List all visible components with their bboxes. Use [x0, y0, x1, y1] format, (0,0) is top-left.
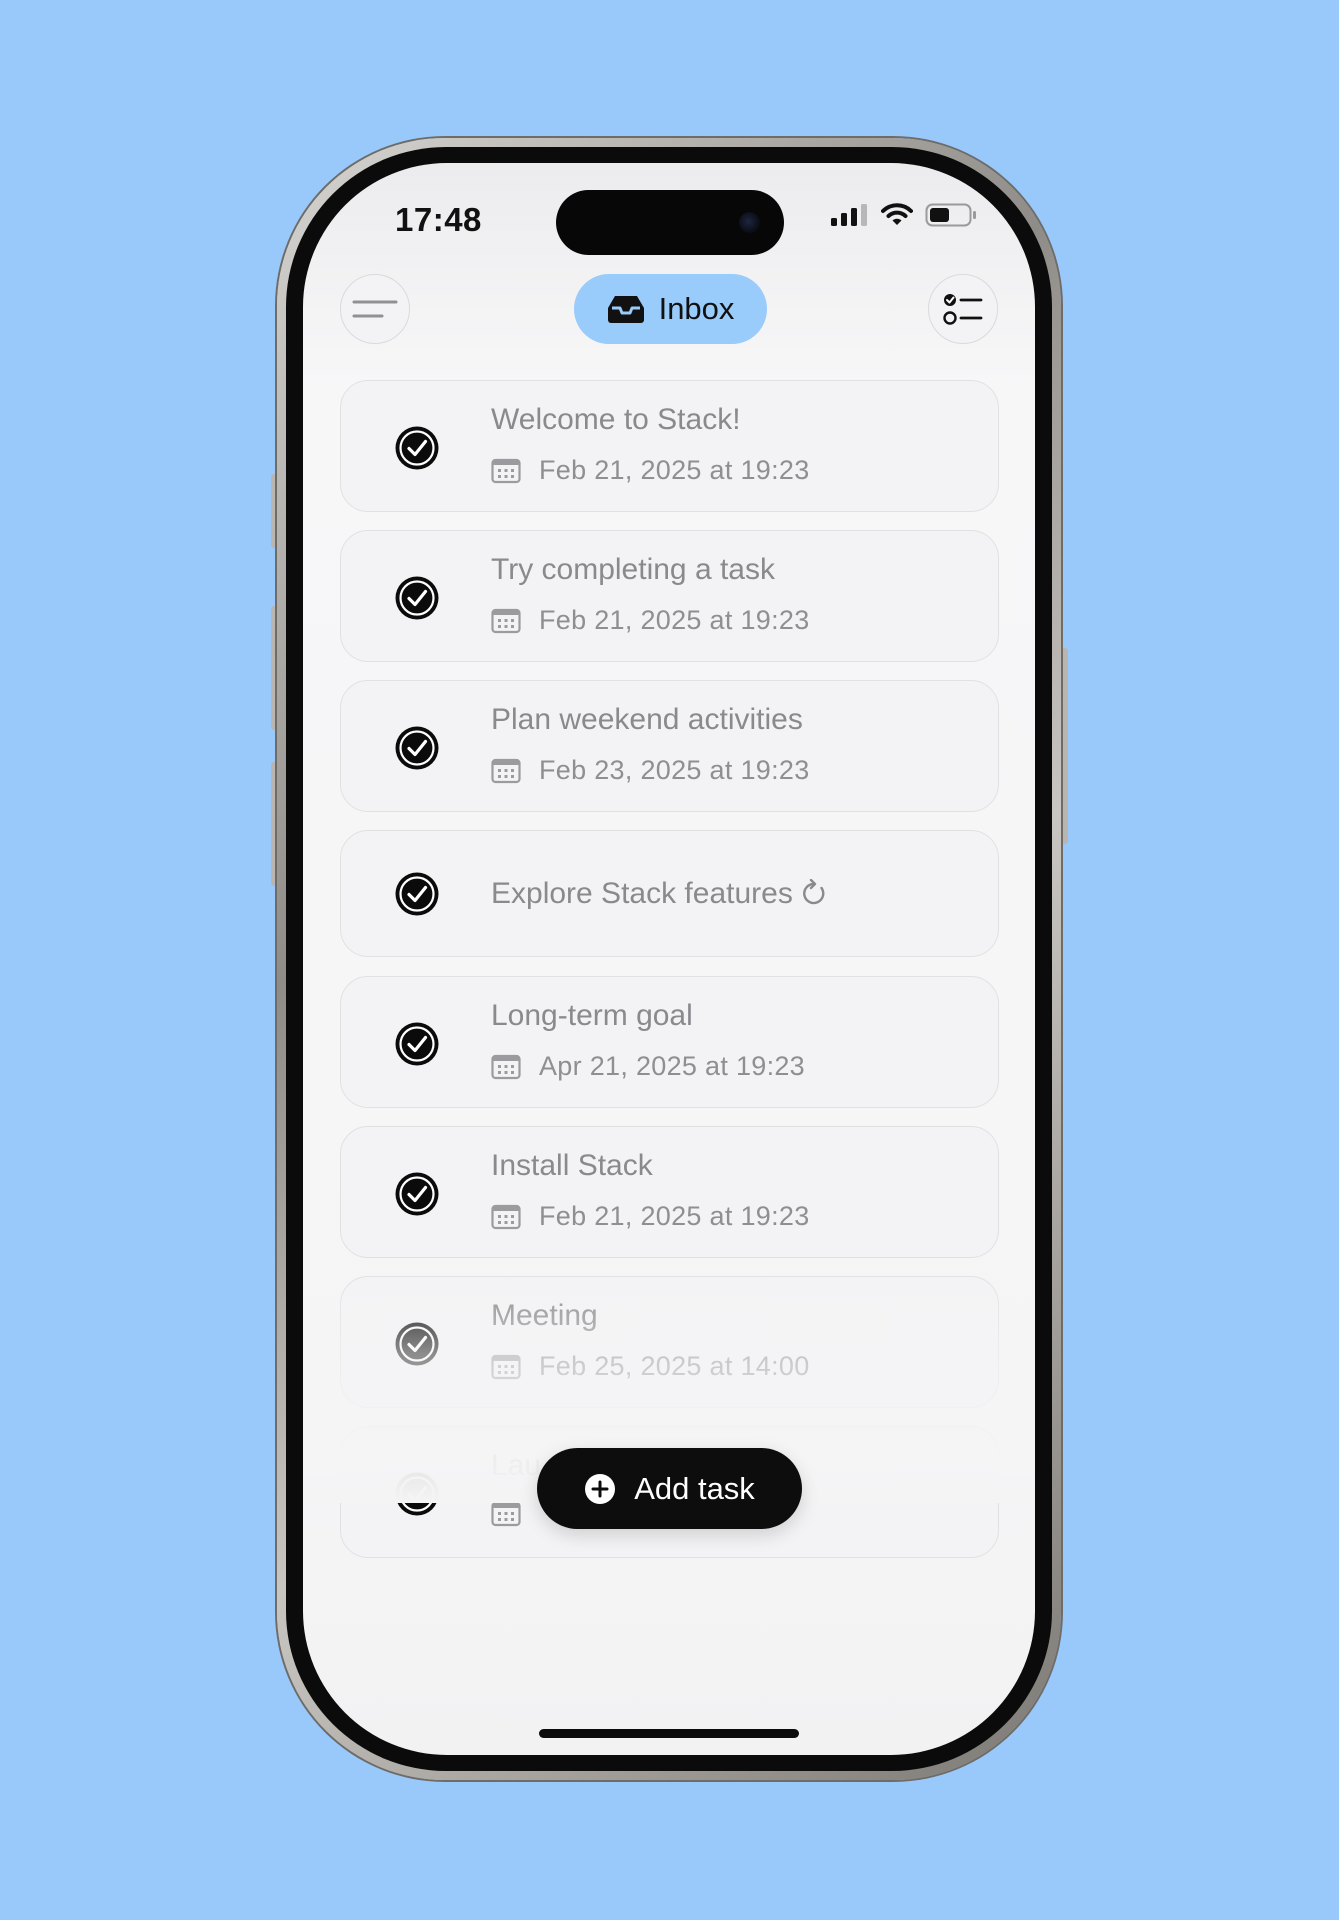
task-date: Feb 21, 2025 at 19:23 — [539, 1201, 810, 1231]
task-card[interactable]: Meeting Feb 25, 2025 at 14:00 — [340, 1276, 999, 1408]
calendar-icon — [491, 1204, 521, 1229]
menu-button[interactable] — [340, 274, 410, 344]
menu-icon — [352, 300, 398, 318]
completed-check-icon[interactable] — [394, 725, 440, 771]
task-title: Meeting — [491, 1299, 598, 1332]
home-indicator[interactable] — [539, 1729, 799, 1738]
calendar-icon — [491, 1501, 521, 1527]
completed-check-icon[interactable] — [394, 1171, 440, 1217]
task-date: Feb 25, 2025 at 14:00 — [539, 1351, 810, 1381]
completed-check-icon[interactable] — [394, 871, 440, 917]
completed-check-icon[interactable] — [394, 1021, 440, 1067]
camera-icon — [739, 212, 760, 233]
task-title: Try completing a task — [491, 553, 775, 586]
task-date: Feb 23, 2025 at 19:23 — [539, 755, 810, 785]
add-task-label: Add task — [634, 1470, 755, 1506]
status-time: 17:48 — [395, 201, 482, 238]
task-card[interactable]: Plan weekend activities Feb 23, 2025 at … — [340, 680, 999, 812]
status-icons — [831, 203, 977, 227]
task-title: Long-term goal — [491, 999, 693, 1032]
task-title: Explore Stack features — [491, 877, 793, 910]
completed-check-icon[interactable] — [394, 575, 440, 621]
calendar-icon — [491, 1354, 521, 1379]
task-date: Apr 21, 2025 at 19:23 — [539, 1051, 806, 1081]
task-date: Feb 21, 2025 at 19:23 — [539, 455, 810, 485]
inbox-tray-icon — [607, 296, 644, 323]
dynamic-island — [556, 190, 784, 255]
task-title: Lau — [491, 1449, 542, 1482]
add-task-button[interactable]: Add task — [537, 1448, 802, 1529]
task-title: Welcome to Stack! — [491, 403, 741, 436]
plus-circle-icon — [585, 1473, 616, 1504]
page: 17:48 Inbox Welcome to Stack! Feb 21, 20… — [0, 0, 1339, 1920]
task-title: Plan weekend activities — [491, 703, 803, 736]
calendar-icon — [491, 758, 521, 783]
screen: 17:48 Inbox Welcome to Stack! Feb 21, 20… — [303, 163, 1035, 1755]
wifi-icon — [881, 203, 913, 225]
calendar-icon — [491, 608, 521, 633]
repeat-icon — [802, 879, 825, 905]
task-title-row: Explore Stack features — [491, 877, 827, 911]
inbox-title: Inbox — [658, 291, 735, 326]
calendar-icon — [491, 1054, 521, 1079]
inbox-selector[interactable]: Inbox — [574, 274, 767, 344]
task-card[interactable]: Install Stack Feb 21, 2025 at 19:23 — [340, 1126, 999, 1258]
task-date-row: Feb 21, 2025 at 19:23 — [491, 605, 810, 636]
task-card[interactable]: Long-term goal Apr 21, 2025 at 19:23 — [340, 976, 999, 1108]
task-card[interactable]: Explore Stack features — [340, 830, 999, 957]
task-date: Feb 21, 2025 at 19:23 — [539, 605, 810, 635]
task-date-row — [491, 1501, 539, 1527]
task-date-row: Apr 21, 2025 at 19:23 — [491, 1051, 805, 1082]
completed-check-icon[interactable] — [394, 425, 440, 471]
task-title: Install Stack — [491, 1149, 653, 1182]
battery-icon — [925, 203, 976, 227]
task-card[interactable]: Welcome to Stack! Feb 21, 2025 at 19:23 — [340, 380, 999, 512]
completed-check-icon[interactable] — [394, 1471, 440, 1517]
signal-icon — [831, 204, 867, 226]
completed-check-icon[interactable] — [394, 1321, 440, 1367]
task-card[interactable]: Try completing a task Feb 21, 2025 at 19… — [340, 530, 999, 662]
checklist-icon — [943, 294, 983, 325]
task-date-row: Feb 23, 2025 at 19:23 — [491, 755, 810, 786]
task-date-row: Feb 25, 2025 at 14:00 — [491, 1351, 810, 1382]
task-date-row: Feb 21, 2025 at 19:23 — [491, 455, 810, 486]
task-date-row: Feb 21, 2025 at 19:23 — [491, 1201, 810, 1232]
view-options-button[interactable] — [928, 274, 998, 344]
calendar-icon — [491, 458, 521, 483]
